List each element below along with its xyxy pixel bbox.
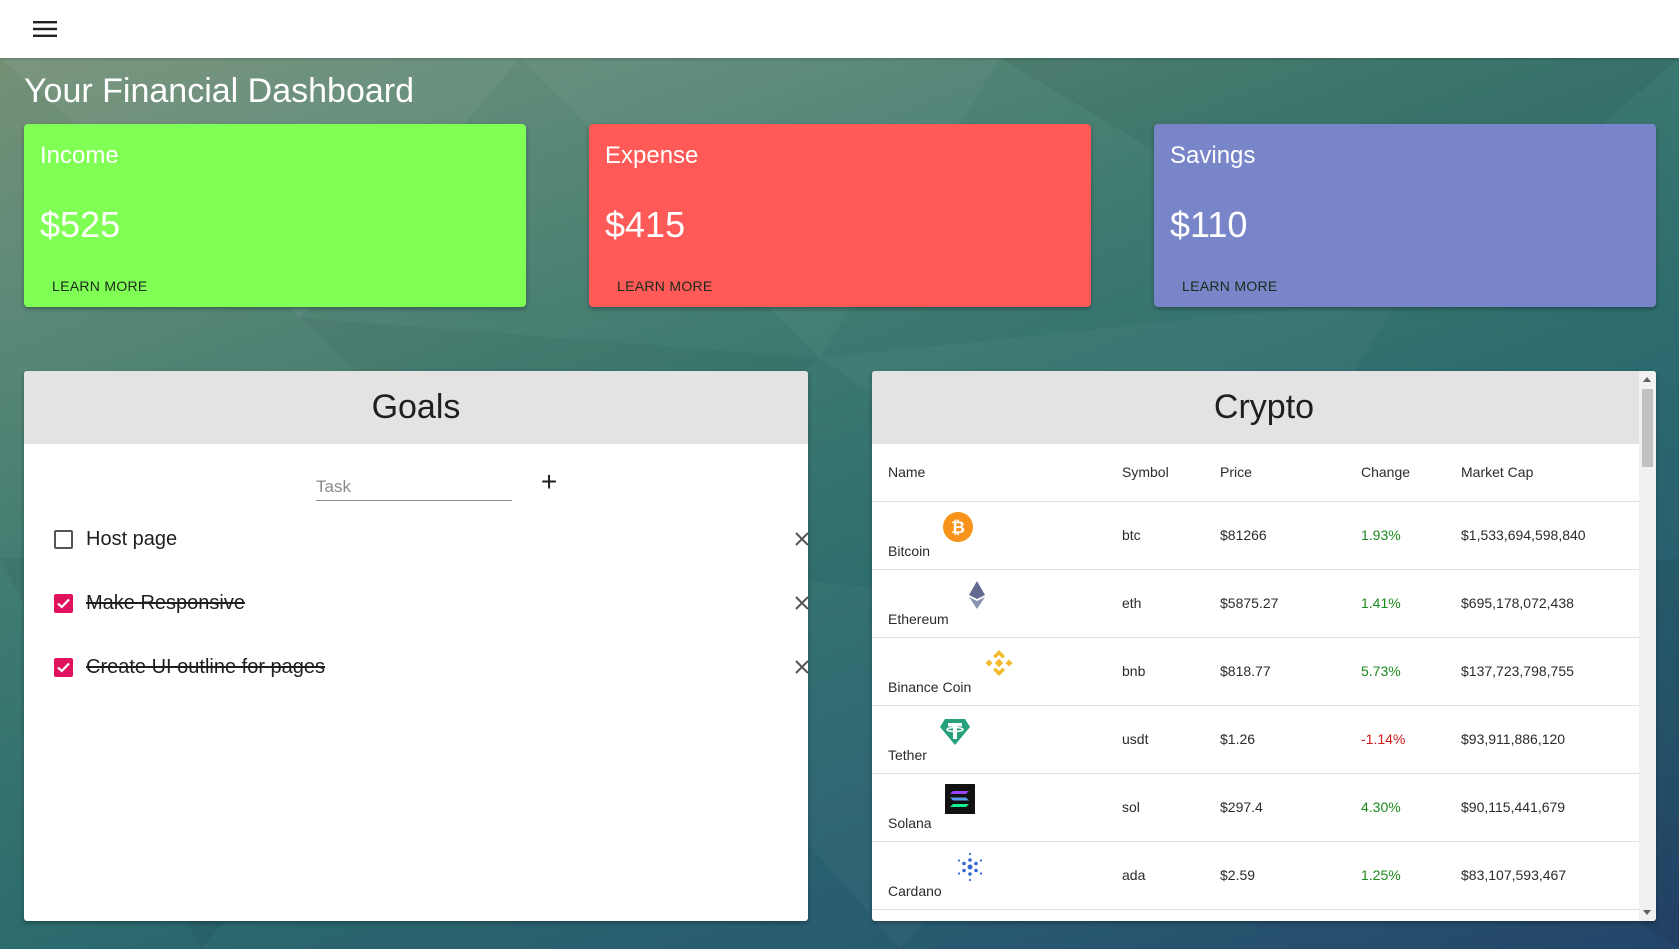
- coin-change: 1.41%: [1345, 569, 1445, 638]
- crypto-table: Name Symbol Price Change Market Cap Bitc…: [872, 444, 1648, 910]
- close-icon: [795, 596, 808, 610]
- scroll-down-arrow-icon[interactable]: [1643, 910, 1651, 915]
- goals-panel: Goals + Host page Make Responsive: [24, 371, 808, 921]
- goals-title: Goals: [24, 371, 808, 444]
- goal-item: Host page: [54, 519, 808, 559]
- goal-text: Host page: [86, 527, 178, 550]
- coin-name: Bitcoin: [888, 543, 931, 559]
- coin-change: 1.25%: [1345, 841, 1445, 910]
- goal-text: Create UI outline for pages: [86, 655, 326, 678]
- coin-name: Cardano: [888, 883, 942, 899]
- coin-price: $818.77: [1204, 637, 1345, 706]
- savings-card: Savings $110 LEARN MORE: [1154, 124, 1656, 307]
- table-row: Solana sol $297.4 4.30% $90,115,441,679: [872, 773, 1648, 842]
- coin-market-cap: $1,533,694,598,840: [1445, 501, 1648, 570]
- svg-text:₿: ₿: [951, 518, 965, 537]
- delete-goal-button[interactable]: [787, 588, 808, 618]
- cardano-icon: [957, 852, 982, 882]
- crypto-scrollbar[interactable]: [1639, 371, 1656, 921]
- goal-item: Make Responsive: [54, 583, 808, 623]
- income-label: Income: [40, 142, 119, 169]
- task-input[interactable]: [316, 467, 512, 500]
- goal-item: Create UI outline for pages: [54, 647, 808, 687]
- coin-price: $297.4: [1204, 773, 1345, 842]
- coin-price: $5875.27: [1204, 569, 1345, 638]
- tether-icon: [939, 719, 970, 745]
- column-header-name: Name: [872, 444, 1106, 502]
- task-input-wrapper: [316, 467, 512, 501]
- coin-market-cap: $90,115,441,679: [1445, 773, 1648, 842]
- table-row: Bitcoin ₿ btc $81266 1.93% $1,533,694,59…: [872, 501, 1648, 570]
- close-icon: [795, 532, 808, 546]
- coin-price: $81266: [1204, 501, 1345, 570]
- coin-symbol: usdt: [1106, 705, 1204, 774]
- coin-change: 5.73%: [1345, 637, 1445, 706]
- coin-name: Solana: [888, 815, 932, 831]
- app-bar: [0, 0, 1679, 58]
- expense-learn-more-button[interactable]: LEARN MORE: [601, 272, 729, 300]
- table-row: Ethereum eth $5875.27 1.41% $695,178,072…: [872, 569, 1648, 638]
- coin-symbol: sol: [1106, 773, 1204, 842]
- coin-change: 1.93%: [1345, 501, 1445, 570]
- add-task-button[interactable]: +: [534, 468, 564, 498]
- column-header-change: Change: [1345, 444, 1445, 502]
- coin-market-cap: $695,178,072,438: [1445, 569, 1648, 638]
- delete-goal-button[interactable]: [787, 652, 808, 682]
- expense-card: Expense $415 LEARN MORE: [589, 124, 1091, 307]
- coin-name: Binance Coin: [888, 679, 972, 695]
- checkmark-icon: [57, 662, 70, 673]
- coin-symbol: ada: [1106, 841, 1204, 910]
- coin-change: 4.30%: [1345, 773, 1445, 842]
- checkmark-icon: [57, 598, 70, 609]
- coin-symbol: bnb: [1106, 637, 1204, 706]
- income-learn-more-button[interactable]: LEARN MORE: [36, 272, 164, 300]
- column-header-market-cap: Market Cap: [1445, 444, 1648, 502]
- savings-label: Savings: [1170, 142, 1256, 169]
- scroll-up-arrow-icon[interactable]: [1643, 377, 1651, 382]
- coin-symbol: btc: [1106, 501, 1204, 570]
- scroll-thumb[interactable]: [1642, 389, 1653, 467]
- column-header-price: Price: [1204, 444, 1345, 502]
- ethereum-icon: [968, 581, 985, 609]
- hamburger-menu-icon: [33, 21, 57, 37]
- binance-icon: [985, 650, 1013, 676]
- table-header-row: Name Symbol Price Change Market Cap: [872, 444, 1648, 502]
- page-title: Your Financial Dashboard: [24, 72, 414, 110]
- coin-market-cap: $93,911,886,120: [1445, 705, 1648, 774]
- coin-change: -1.14%: [1345, 705, 1445, 774]
- coin-price: $1.26: [1204, 705, 1345, 774]
- coin-market-cap: $83,107,593,467: [1445, 841, 1648, 910]
- goal-checkbox[interactable]: [54, 657, 73, 677]
- goal-text: Make Responsive: [86, 591, 245, 614]
- delete-goal-button[interactable]: [787, 524, 808, 554]
- goal-checkbox[interactable]: [54, 593, 73, 613]
- crypto-title: Crypto: [872, 371, 1656, 444]
- savings-amount: $110: [1170, 204, 1248, 245]
- table-row: Tether usdt $1.26 -1.14% $93,911,886,120: [872, 705, 1648, 774]
- income-card: Income $525 LEARN MORE: [24, 124, 526, 307]
- coin-market-cap: $137,723,798,755: [1445, 637, 1648, 706]
- crypto-panel: Crypto Name Symbol Price Change Market C…: [872, 371, 1656, 921]
- table-row: Cardano ada $2.59 1.25% $83,107,593,467: [872, 841, 1648, 910]
- expense-label: Expense: [605, 142, 699, 169]
- goal-checkbox[interactable]: [54, 529, 73, 549]
- solana-icon: [944, 784, 975, 814]
- savings-learn-more-button[interactable]: LEARN MORE: [1166, 272, 1294, 300]
- column-header-symbol: Symbol: [1106, 444, 1204, 502]
- table-row: Binance Coin bnb $818.77 5.73% $137,723,…: [872, 637, 1648, 706]
- income-amount: $525: [40, 204, 121, 245]
- bitcoin-icon: ₿: [943, 512, 974, 542]
- menu-button[interactable]: [28, 12, 62, 46]
- coin-symbol: eth: [1106, 569, 1204, 638]
- coin-name: Tether: [888, 747, 927, 763]
- close-icon: [795, 660, 808, 674]
- coin-price: $2.59: [1204, 841, 1345, 910]
- coin-name: Ethereum: [888, 611, 949, 627]
- expense-amount: $415: [605, 204, 686, 245]
